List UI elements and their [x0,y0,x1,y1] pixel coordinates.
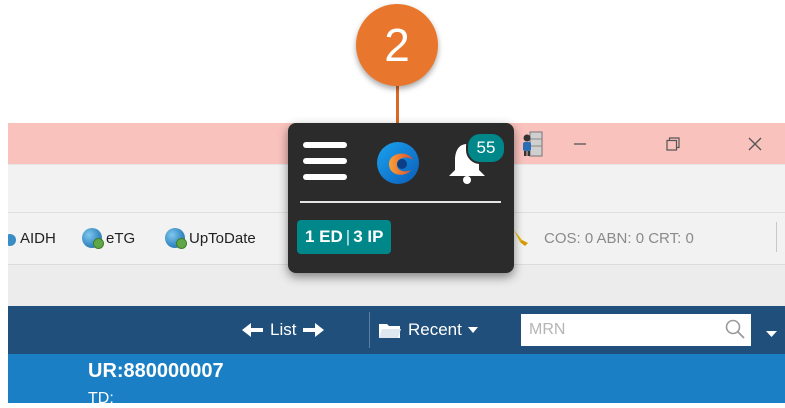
globe-icon [82,228,104,249]
patient-ur-number: UR:880000007 [88,360,224,382]
person-icon [523,131,543,156]
arrow-left-icon [242,323,263,337]
hamburger-menu-icon[interactable] [303,141,347,186]
recent-label: Recent [408,320,462,339]
badge-separator: | [345,227,351,246]
restore-button[interactable] [645,123,700,164]
toolbar-link-uptodate[interactable]: UpToDate [165,227,256,249]
search-options-chevron-icon[interactable] [766,325,777,343]
list-nav[interactable]: List [242,318,325,342]
toolbar-link-etg[interactable]: eTG [82,227,135,249]
widget-divider [300,201,501,203]
recent-dropdown[interactable]: Recent [378,318,478,342]
restore-icon [665,136,680,151]
toolbar-divider [776,222,777,252]
patient-td-label: TD: [88,390,114,407]
close-button[interactable] [727,123,782,164]
list-label: List [270,320,297,339]
ed-count: 1 ED [305,227,343,246]
counters-text: COS: 0 ABN: 0 CRT: 0 [544,229,694,247]
folder-icon [379,324,401,338]
app-logo-icon[interactable] [375,140,421,191]
ip-count: 3 IP [353,227,384,246]
pen-icon[interactable] [511,226,531,253]
toolbar-link-aidh[interactable]: AIDH [8,227,56,249]
minimize-icon [573,142,586,145]
user-app-icon[interactable] [512,123,552,164]
close-icon [748,137,761,150]
callout-number-badge: 2 [356,4,438,86]
chevron-down-icon [467,327,478,333]
mrn-search-input[interactable] [521,314,751,346]
arrow-right-icon [303,323,325,337]
toolbar-link-label: AIDH [20,229,56,247]
toolbar-link-label: UpToDate [189,229,256,247]
search-icon[interactable] [724,318,746,345]
link-icon [8,234,16,246]
globe-icon [165,228,187,249]
notification-count-badge: 55 [466,132,506,164]
ward-census-badge[interactable]: 1 ED | 3 IP [297,220,392,254]
nav-divider [369,312,370,348]
minimize-button[interactable] [552,123,607,164]
toolbar-link-label: eTG [106,229,136,247]
